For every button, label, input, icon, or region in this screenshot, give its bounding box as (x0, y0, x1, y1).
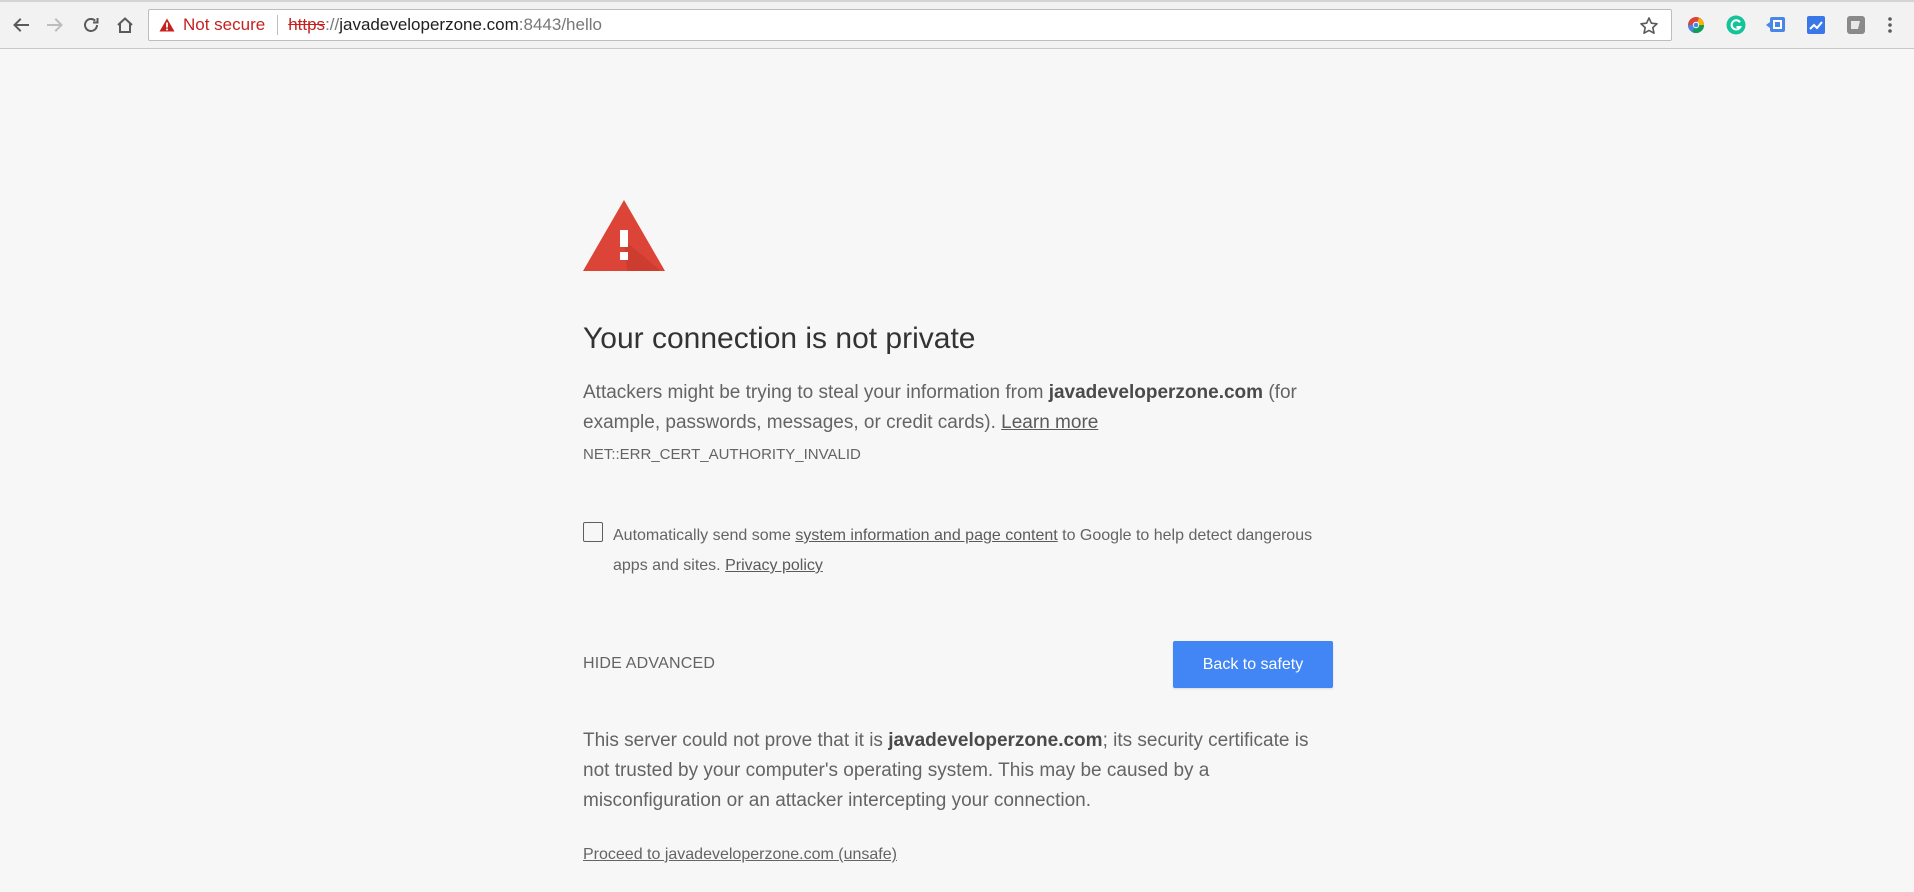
extension-chrome-color[interactable] (1686, 15, 1706, 35)
chrome-color-icon (1687, 17, 1705, 34)
main-message: Attackers might be trying to steal your … (583, 378, 1333, 438)
chip-separator (277, 15, 279, 35)
calendar-ext-icon (1766, 17, 1785, 32)
extension-chart[interactable] (1806, 15, 1826, 35)
tab-strip-edge (0, 0, 1914, 2)
page-title: Your connection is not private (583, 322, 976, 355)
kebab-menu-icon (1888, 17, 1892, 33)
message-host: javadeveloperzone.com (1048, 382, 1264, 403)
url-scheme: https (288, 15, 326, 34)
extension-grammarly[interactable] (1726, 15, 1746, 35)
details-host: javadeveloperzone.com (888, 730, 1103, 751)
warning-triangle-icon (583, 200, 665, 271)
home-button[interactable] (110, 10, 140, 40)
url-host: javadeveloperzone.com (339, 15, 519, 34)
extension-calendar[interactable] (1766, 15, 1786, 35)
learn-more-link[interactable]: Learn more (1001, 412, 1098, 433)
browser-toolbar: Not secure https://javadeveloperzone.com… (0, 0, 1914, 49)
bookmark-star-button[interactable] (1637, 14, 1661, 38)
system-info-link[interactable]: system information and page content (795, 527, 1057, 544)
extension-gray[interactable] (1846, 15, 1866, 35)
reload-icon (84, 18, 99, 32)
grammarly-icon (1726, 15, 1746, 35)
reporting-checkbox[interactable] (583, 522, 603, 542)
back-to-safety-button[interactable]: Back to safety (1173, 641, 1333, 688)
not-secure-label: Not secure (183, 15, 266, 34)
error-code: NET::ERR_CERT_AUTHORITY_INVALID (583, 446, 861, 463)
details-message: This server could not prove that it is j… (583, 726, 1333, 816)
hide-advanced-button[interactable]: HIDE ADVANCED (583, 655, 715, 673)
gray-ext-icon (1847, 16, 1865, 34)
url-separator: :// (325, 15, 340, 34)
proceed-unsafe-link[interactable]: Proceed to javadeveloperzone.com (unsafe… (583, 846, 897, 864)
back-nav-button[interactable] (6, 10, 36, 40)
chart-ext-icon (1807, 16, 1825, 34)
details-prefix: This server could not prove that it is (583, 730, 889, 751)
address-bar[interactable]: Not secure https://javadeveloperzone.com… (148, 9, 1672, 41)
optin-text: Automatically send some system informati… (613, 521, 1333, 581)
home-icon (117, 17, 133, 33)
arrow-right-icon (47, 18, 63, 32)
reload-button[interactable] (76, 10, 106, 40)
forward-nav-button[interactable] (40, 10, 70, 40)
security-indicator[interactable]: Not secure (149, 10, 265, 40)
privacy-policy-link[interactable]: Privacy policy (725, 557, 823, 574)
warning-icon (159, 18, 175, 32)
url-text[interactable]: https://javadeveloperzone.com:8443/hello (288, 15, 602, 35)
star-icon (1640, 17, 1658, 34)
arrow-left-icon (13, 18, 29, 32)
message-prefix: Attackers might be trying to steal your … (583, 382, 1049, 403)
browser-menu-button[interactable] (1880, 15, 1900, 35)
url-path: :8443/hello (518, 15, 602, 34)
optin-prefix: Automatically send some (613, 527, 796, 544)
